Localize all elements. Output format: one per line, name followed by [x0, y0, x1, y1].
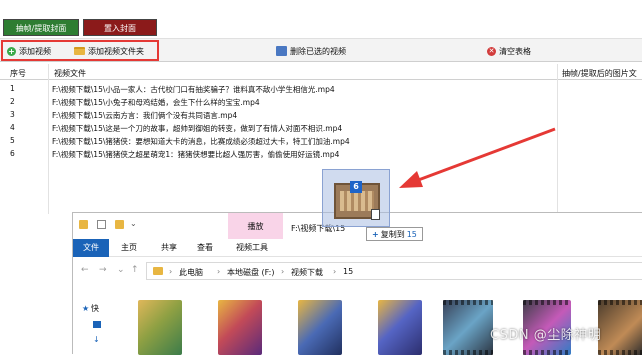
delete-selected-label: 删除已选的视频 [290, 46, 346, 56]
folder-icon [153, 267, 163, 275]
back-arrow-icon[interactable]: ← [81, 265, 89, 275]
breadcrumb-folder-15[interactable]: 15 [343, 267, 353, 276]
breadcrumb-separator: › [169, 267, 173, 276]
tab-extract-cover[interactable]: 抽帧/提取封面 [3, 19, 79, 36]
app-window: 抽帧/提取封面 置入封面 + 添加视频 添加视频文件夹 删除已选的视频 ✕ 清空… [0, 0, 642, 355]
clear-icon: ✕ [487, 46, 496, 56]
breadcrumb-this-pc[interactable]: 此电脑 [179, 267, 203, 278]
row-index: 3 [10, 110, 15, 119]
video-thumbnail[interactable] [598, 300, 642, 355]
header-index: 序号 [10, 69, 26, 78]
add-icon: + [7, 46, 16, 56]
watermark: CSDN @尘除神明 [490, 328, 602, 343]
tab-import-cover[interactable]: 置入封面 [83, 19, 157, 36]
red-arrow-annotation [399, 127, 556, 188]
row-file: F:\视频下载\15\云南方言：我们俩个没有共同语言.mp4 [52, 111, 238, 120]
video-thumbnail[interactable] [138, 300, 182, 355]
table-header: 序号 视频文件 抽帧/提取后的图片文 [0, 64, 642, 80]
row-index: 1 [10, 84, 15, 93]
header-video-file: 视频文件 [54, 69, 86, 78]
tab-play-label: 播放 [247, 222, 264, 231]
address-bar[interactable]: › 此电脑 › 本地磁盘 (F:) › 视频下载 › 15 [146, 262, 642, 280]
add-video-folder-button[interactable]: 添加视频文件夹 [74, 45, 144, 57]
nav-quick-access[interactable]: 快 [91, 303, 99, 314]
row-file: F:\视频下载\15\小兔子和母鸡结婚，会生下什么样的宝宝.mp4 [52, 98, 260, 107]
explorer-ribbon-tabs: 文件 主页 共享 查看 视频工具 [73, 239, 642, 257]
breadcrumb-separator: › [217, 267, 221, 276]
filmstrip-overlay [598, 300, 642, 355]
filmstrip-overlay [443, 300, 493, 355]
row-index: 5 [10, 136, 15, 145]
folder-add-icon [74, 47, 85, 55]
row-file: F:\视频下载\15\这是一个刀的故事，超帅到御姐的转变，做到了有情人对面不相识… [52, 124, 343, 133]
properties-icon[interactable] [97, 220, 106, 229]
navigation-pane: ★ 快 ↓ [73, 283, 123, 355]
drag-ghost: 6 [322, 169, 390, 227]
forward-arrow-icon[interactable]: → [99, 265, 107, 275]
tab-video-tools[interactable]: 视频工具 [236, 242, 268, 253]
address-bar-row: ← → ⌄ ↑ › 此电脑 › 本地磁盘 (F:) › 视频下载 › 15 [73, 259, 642, 283]
row-file: F:\视频下载\15\猪猪侠：要想知道大卡的消息，比赛成绩必须超过大卡，特工们加… [52, 137, 350, 146]
up-arrow-icon[interactable]: ↑ [131, 265, 139, 275]
drag-copy-tooltip: + 复制到 15 [366, 227, 423, 241]
table-row[interactable]: 1 F:\视频下载\15\小品一家人：古代校门口有抽奖骗子？谁料真不敌小学生相信… [0, 82, 642, 95]
row-file: F:\视频下载\15\小品一家人：古代校门口有抽奖骗子？谁料真不敌小学生相信光.… [52, 85, 335, 94]
tab-view[interactable]: 查看 [197, 242, 213, 253]
add-video-folder-label: 添加视频文件夹 [88, 46, 144, 56]
new-folder-icon[interactable] [115, 220, 124, 229]
dropdown-icon[interactable]: ⌄ [117, 265, 125, 275]
tab-share[interactable]: 共享 [161, 242, 177, 253]
add-video-button[interactable]: + 添加视频 [7, 45, 51, 57]
row-index: 2 [10, 97, 15, 106]
drag-count-badge: 6 [350, 181, 362, 193]
header-output: 抽帧/提取后的图片文 [562, 69, 637, 78]
clear-table-label: 清空表格 [499, 46, 531, 56]
copy-target-label: 15 [406, 229, 417, 239]
download-icon[interactable]: ↓ [93, 335, 101, 344]
row-file: F:\视频下载\15\猪猪侠之超星萌宠1：猪猪侠想要比超人强厉害，偷偷使用好运镜… [52, 150, 340, 159]
folder-icon[interactable] [79, 220, 88, 229]
tab-home[interactable]: 主页 [121, 242, 137, 253]
delete-selected-button[interactable]: 删除已选的视频 [276, 45, 346, 57]
table-row[interactable]: 3 F:\视频下载\15\云南方言：我们俩个没有共同语言.mp4 [0, 108, 642, 121]
quick-access-dropdown-icon[interactable]: ⌄ [130, 219, 137, 228]
row-index: 4 [10, 123, 15, 132]
video-thumbnail[interactable] [218, 300, 262, 355]
video-thumbnail[interactable] [443, 300, 493, 355]
copy-action-label: 复制到 [380, 229, 405, 239]
table-row[interactable]: 2 F:\视频下载\15\小兔子和母鸡结婚，会生下什么样的宝宝.mp4 [0, 95, 642, 108]
file-icon [371, 209, 380, 220]
breadcrumb-separator: › [333, 267, 337, 276]
breadcrumb-separator: › [281, 267, 285, 276]
delete-icon [276, 46, 287, 56]
tab-file[interactable]: 文件 [73, 239, 109, 257]
plus-icon: + [372, 229, 379, 239]
video-thumbnail[interactable] [298, 300, 342, 355]
clear-table-button[interactable]: ✕ 清空表格 [487, 45, 531, 57]
star-icon: ★ [82, 304, 90, 313]
breadcrumb-drive[interactable]: 本地磁盘 (F:) [227, 267, 274, 278]
add-video-label: 添加视频 [19, 46, 51, 56]
desktop-icon[interactable] [93, 321, 101, 328]
breadcrumb-video-download[interactable]: 视频下载 [291, 267, 323, 278]
video-thumbnail[interactable] [378, 300, 422, 355]
row-index: 6 [10, 149, 15, 158]
